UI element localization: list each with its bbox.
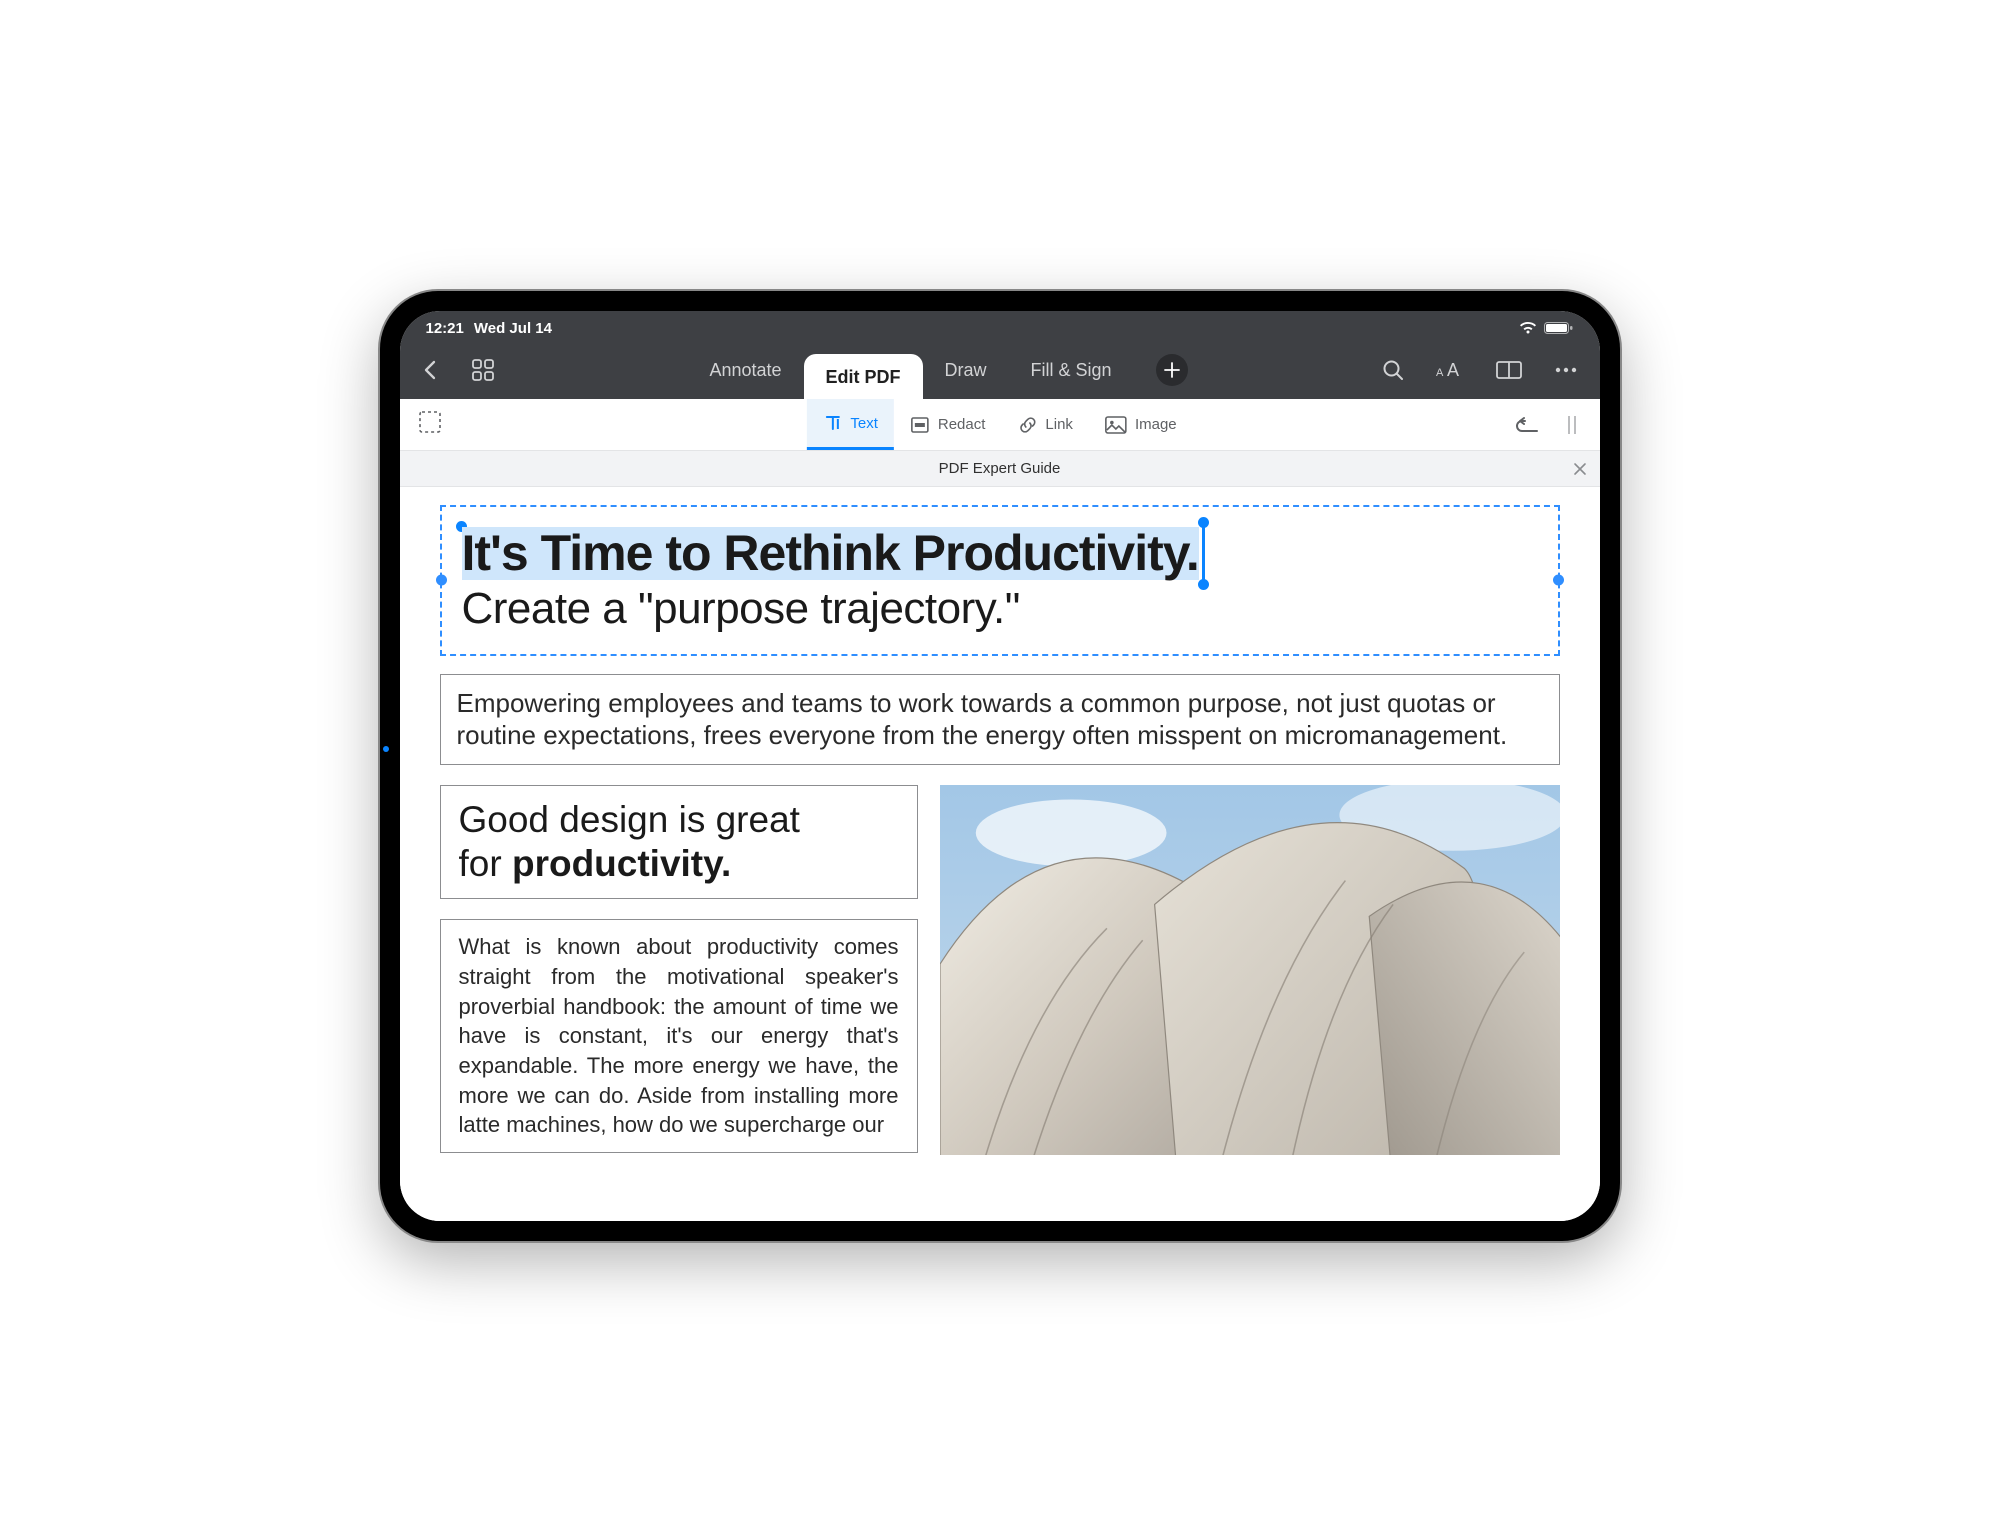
tab-annotate-label: Annotate	[709, 360, 781, 381]
tool-text-label: Text	[850, 415, 878, 432]
screen: 12:21 Wed Jul 14	[400, 311, 1600, 1221]
image-icon	[1105, 416, 1127, 434]
text-icon	[822, 413, 842, 433]
tab-fill-sign-label: Fill & Sign	[1031, 360, 1112, 381]
tool-redact-label: Redact	[938, 416, 986, 433]
tool-text[interactable]: Text	[806, 399, 894, 450]
hero-subheading[interactable]: Create a "purpose trajectory."	[462, 584, 1536, 634]
battery-icon	[1544, 321, 1574, 335]
tab-draw-label: Draw	[945, 360, 987, 381]
edit-toolbar: Text Redact Link Image	[400, 399, 1600, 451]
file-close-button[interactable]	[1572, 461, 1588, 477]
selection-end-handle-bottom[interactable]	[1198, 579, 1209, 590]
selection-marquee-icon[interactable]	[418, 410, 442, 439]
search-button[interactable]	[1378, 355, 1408, 385]
tab-annotate[interactable]: Annotate	[687, 341, 803, 399]
hero-heading-bold[interactable]: It's Time to Rethink Productivity.	[462, 527, 1199, 580]
tab-fill-sign[interactable]: Fill & Sign	[1009, 341, 1134, 399]
body-paragraph-text: What is known about productivity comes s…	[459, 934, 899, 1137]
back-button[interactable]	[418, 355, 442, 385]
tab-edit-pdf[interactable]: Edit PDF	[804, 354, 923, 399]
file-title: PDF Expert Guide	[939, 460, 1061, 477]
status-date: Wed Jul 14	[474, 320, 552, 337]
ipad-frame: 12:21 Wed Jul 14	[380, 291, 1620, 1241]
svg-text:A: A	[1447, 360, 1459, 380]
body-paragraph-block[interactable]: What is known about productivity comes s…	[440, 919, 918, 1153]
design-heading-line2-bold: productivity.	[512, 843, 731, 884]
apps-grid-icon[interactable]	[468, 355, 498, 385]
tool-image-label: Image	[1135, 416, 1177, 433]
design-heading-line1: Good design is great	[459, 799, 800, 840]
link-icon	[1017, 415, 1037, 435]
tool-redact[interactable]: Redact	[894, 399, 1002, 450]
text-cursor	[1202, 523, 1205, 584]
add-tab-button[interactable]	[1156, 354, 1188, 386]
top-toolbar: Annotate Edit PDF Draw Fill & Sign AA	[400, 341, 1600, 399]
wifi-icon	[1518, 321, 1538, 335]
tab-draw[interactable]: Draw	[923, 341, 1009, 399]
resize-handle-left[interactable]	[436, 575, 447, 586]
architecture-image[interactable]	[940, 785, 1560, 1155]
file-tab-bar: PDF Expert Guide	[400, 451, 1600, 487]
reader-view-button[interactable]	[1492, 356, 1526, 384]
document-area[interactable]: It's Time to Rethink Productivity. Creat…	[400, 487, 1600, 1221]
device-side-indicator	[383, 746, 389, 752]
resize-handle-right[interactable]	[1553, 575, 1564, 586]
tab-edit-pdf-label: Edit PDF	[826, 367, 901, 388]
design-heading-block[interactable]: Good design is great for productivity.	[440, 785, 918, 900]
text-size-button[interactable]: AA	[1432, 356, 1468, 384]
undo-button[interactable]	[1508, 411, 1546, 439]
tool-link-label: Link	[1045, 416, 1073, 433]
side-drag-handle-icon[interactable]	[1562, 410, 1582, 440]
status-bar: 12:21 Wed Jul 14	[400, 311, 1600, 341]
svg-text:A: A	[1436, 367, 1444, 379]
redact-icon	[910, 415, 930, 435]
selected-text-block[interactable]: It's Time to Rethink Productivity. Creat…	[440, 505, 1560, 656]
tool-link[interactable]: Link	[1001, 399, 1089, 450]
design-heading-line2-pre: for	[459, 843, 512, 884]
intro-paragraph-block[interactable]: Empowering employees and teams to work t…	[440, 674, 1560, 765]
tool-image[interactable]: Image	[1089, 399, 1193, 450]
intro-paragraph-text: Empowering employees and teams to work t…	[457, 688, 1508, 751]
status-time: 12:21	[426, 320, 464, 337]
more-button[interactable]	[1550, 362, 1582, 378]
selection-end-handle-top[interactable]	[1198, 517, 1209, 528]
